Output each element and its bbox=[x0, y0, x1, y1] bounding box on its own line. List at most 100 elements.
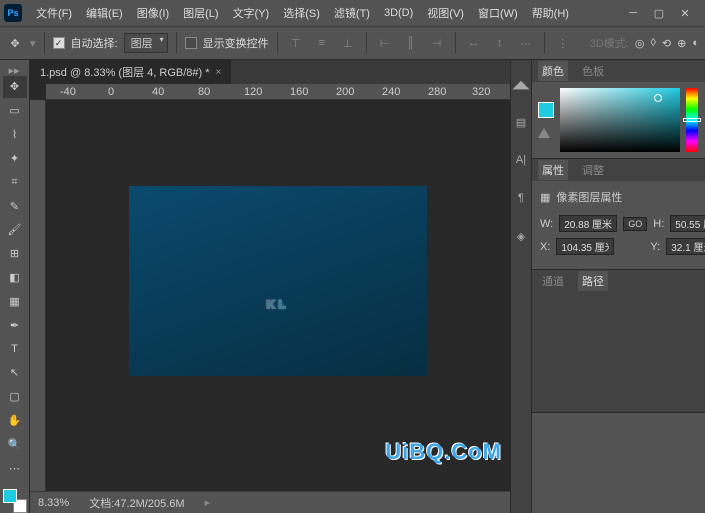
3d-orbit-icon[interactable]: ◎ bbox=[635, 37, 645, 50]
menu-layer[interactable]: 图层(L) bbox=[177, 2, 224, 24]
3d-slide-icon[interactable]: ⟲ bbox=[662, 37, 671, 50]
3d-roll-icon[interactable]: ◐ bbox=[692, 37, 699, 50]
align-bottom-icon[interactable]: ⊥ bbox=[338, 33, 358, 53]
menu-edit[interactable]: 编辑(E) bbox=[80, 2, 129, 24]
menu-type[interactable]: 文字(Y) bbox=[227, 2, 276, 24]
shape-tool[interactable]: ▢ bbox=[3, 386, 27, 408]
layers-icon[interactable]: ◈ bbox=[511, 226, 531, 246]
x-input[interactable] bbox=[556, 238, 614, 255]
menu-filter[interactable]: 滤镜(T) bbox=[328, 2, 376, 24]
3d-scale-icon[interactable]: ⊕ bbox=[677, 37, 686, 50]
move-tool-icon[interactable]: ✥ bbox=[6, 34, 24, 52]
more-align-icon[interactable]: ⋮ bbox=[553, 33, 573, 53]
path-tool[interactable]: ↖ bbox=[3, 362, 27, 384]
marquee-tool[interactable]: ▭ bbox=[3, 100, 27, 122]
align-right-icon[interactable]: ⊣ bbox=[427, 33, 447, 53]
dist-h-icon[interactable]: ↔ bbox=[464, 33, 484, 53]
ruler-mark: 280 bbox=[428, 86, 446, 98]
menu-help[interactable]: 帮助(H) bbox=[526, 2, 575, 24]
canvas[interactable]: KL UiBQ.CoM bbox=[46, 100, 510, 491]
eyedropper-tool[interactable]: ✎ bbox=[3, 195, 27, 217]
color-bg-swatch[interactable] bbox=[538, 128, 550, 138]
auto-select-dropdown[interactable]: 图层 bbox=[124, 33, 168, 53]
zoom-level[interactable]: 8.33% bbox=[38, 497, 69, 509]
character-icon[interactable]: A| bbox=[511, 150, 531, 170]
tab-close-icon[interactable]: × bbox=[216, 67, 222, 78]
dist-v-icon[interactable]: ↕ bbox=[490, 33, 510, 53]
show-transform-label: 显示变换控件 bbox=[203, 35, 269, 51]
app-logo: Ps bbox=[4, 4, 22, 22]
dist-spacing-icon[interactable]: ⋯ bbox=[516, 33, 536, 53]
lasso-tool[interactable]: ⌇ bbox=[3, 124, 27, 146]
hue-slider[interactable] bbox=[686, 88, 698, 152]
height-input[interactable] bbox=[670, 215, 705, 232]
menu-window[interactable]: 窗口(W) bbox=[472, 2, 524, 24]
libraries-icon[interactable]: ▤ bbox=[511, 112, 531, 132]
close-button[interactable]: ✕ bbox=[679, 7, 691, 19]
menu-view[interactable]: 视图(V) bbox=[421, 2, 470, 24]
toolbar-expand-icon[interactable]: ▸▸ bbox=[9, 64, 21, 74]
zoom-tool[interactable]: 🔍 bbox=[3, 433, 27, 455]
picker-cursor bbox=[654, 94, 662, 102]
align-left-icon[interactable]: ⊢ bbox=[375, 33, 395, 53]
maximize-button[interactable]: ▢ bbox=[653, 7, 665, 19]
more-tools-icon[interactable]: ⋯ bbox=[3, 457, 27, 479]
document-tab[interactable]: 1.psd @ 8.33% (图层 4, RGB/8#) * × bbox=[30, 60, 231, 84]
adjustments-tab[interactable]: 调整 bbox=[578, 160, 608, 180]
swatches-tab[interactable]: 色板 bbox=[578, 61, 608, 81]
eraser-tool[interactable]: ◧ bbox=[3, 267, 27, 289]
color-picker[interactable] bbox=[560, 88, 680, 152]
gradient-tool[interactable]: ▦ bbox=[3, 290, 27, 312]
vertical-ruler[interactable] bbox=[30, 100, 46, 491]
wand-tool[interactable]: ✦ bbox=[3, 147, 27, 169]
ruler-mark: 0 bbox=[108, 86, 114, 98]
layers-panel: 通道 路径 ≡ bbox=[532, 270, 705, 413]
align-vcenter-icon[interactable]: ≡ bbox=[312, 33, 332, 53]
paths-body[interactable] bbox=[532, 292, 705, 412]
link-wh-button[interactable]: GO bbox=[623, 217, 647, 231]
type-tool[interactable]: T bbox=[3, 338, 27, 360]
crop-tool[interactable]: ⌗ bbox=[3, 171, 27, 193]
color-tab[interactable]: 颜色 bbox=[538, 61, 568, 81]
3d-pan-icon[interactable]: ◊ bbox=[650, 37, 655, 50]
show-transform-checkbox[interactable] bbox=[185, 37, 197, 49]
pen-tool[interactable]: ✒ bbox=[3, 314, 27, 336]
properties-panel: 属性 调整 ≡ ▦ 像素图层属性 W: GO H: bbox=[532, 159, 705, 270]
width-input[interactable] bbox=[559, 215, 617, 232]
stamp-tool[interactable]: ⊞ bbox=[3, 243, 27, 265]
auto-select-checkbox[interactable]: ✓ bbox=[53, 37, 65, 49]
menu-file[interactable]: 文件(F) bbox=[30, 2, 78, 24]
options-bar: ✥ ▾ ✓ 自动选择: 图层 显示变换控件 ⊤ ≡ ⊥ ⊢ ║ ⊣ ↔ ↕ ⋯ … bbox=[0, 26, 705, 60]
y-input[interactable] bbox=[666, 238, 705, 255]
history-icon[interactable]: ◢◣ bbox=[511, 74, 531, 94]
align-top-icon[interactable]: ⊤ bbox=[286, 33, 306, 53]
properties-title: 像素图层属性 bbox=[556, 189, 622, 205]
menu-select[interactable]: 选择(S) bbox=[277, 2, 326, 24]
h-label: H: bbox=[653, 218, 664, 230]
artboard[interactable]: KL bbox=[129, 186, 427, 376]
horizontal-ruler[interactable]: -40 0 40 80 120 160 200 240 280 320 bbox=[46, 84, 510, 100]
ruler-mark: 240 bbox=[382, 86, 400, 98]
paths-tab[interactable]: 路径 bbox=[578, 271, 608, 291]
w-label: W: bbox=[540, 218, 553, 230]
ruler-mark: 80 bbox=[198, 86, 210, 98]
pixel-layer-icon: ▦ bbox=[540, 191, 550, 204]
channels-tab[interactable]: 通道 bbox=[538, 271, 568, 291]
hand-tool[interactable]: ✋ bbox=[3, 410, 27, 432]
align-hcenter-icon[interactable]: ║ bbox=[401, 33, 421, 53]
ruler-mark: 160 bbox=[290, 86, 308, 98]
color-panel: 颜色 色板 ≡ bbox=[532, 60, 705, 159]
color-fg-swatch[interactable] bbox=[538, 102, 554, 118]
brush-tool[interactable]: 🖌 bbox=[3, 219, 27, 241]
properties-tab[interactable]: 属性 bbox=[538, 160, 568, 180]
color-swatches[interactable] bbox=[3, 489, 27, 513]
foreground-swatch[interactable] bbox=[3, 489, 17, 503]
ruler-mark: 200 bbox=[336, 86, 354, 98]
menu-image[interactable]: 图像(I) bbox=[131, 2, 175, 24]
minimize-button[interactable]: ─ bbox=[627, 7, 639, 19]
move-tool[interactable]: ✥ bbox=[3, 76, 27, 98]
ruler-mark: 40 bbox=[152, 86, 164, 98]
paragraph-icon[interactable]: ¶ bbox=[511, 188, 531, 208]
status-menu-icon[interactable]: ▸ bbox=[205, 496, 211, 509]
menu-3d[interactable]: 3D(D) bbox=[378, 4, 419, 22]
